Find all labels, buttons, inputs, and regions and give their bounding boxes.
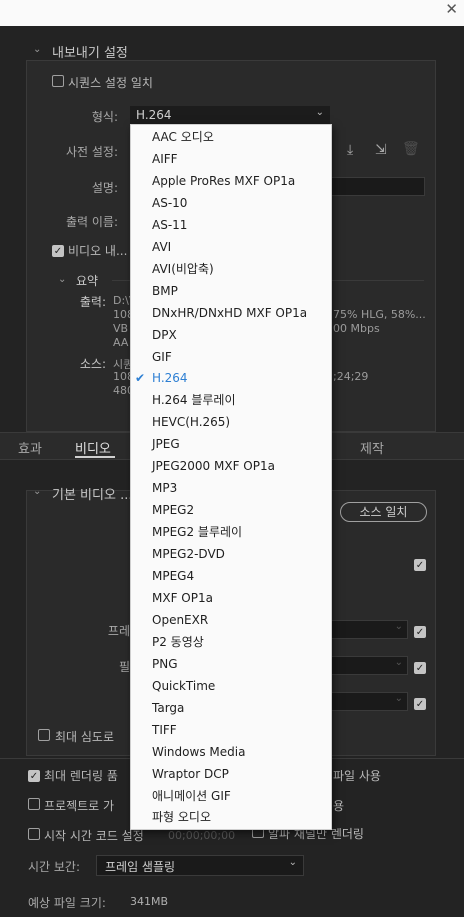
field-label: 필 [118,660,130,674]
video-setting-checkbox[interactable] [414,557,426,571]
match-sequence-checkbox[interactable] [52,75,64,90]
basic-video-chevron-icon[interactable]: ⌄ [33,486,41,497]
format-option[interactable]: BMP [131,280,331,302]
format-option[interactable]: H.264 ✔ [131,367,331,389]
comment-field[interactable] [330,177,425,196]
format-option[interactable]: Windows Media [131,741,331,763]
summary-output-line: VB [113,322,129,335]
format-option[interactable]: AIFF [131,148,331,170]
collapse-chevron-icon[interactable]: ⌄ [33,44,41,55]
active-tab-indicator [75,456,115,458]
format-option[interactable]: 애니메이션 GIF [131,785,331,807]
format-option[interactable]: DPX [131,324,331,346]
summary-output-line: 75% HLG, 58%... [333,308,426,321]
format-option[interactable]: OpenEXR [131,609,331,631]
format-option[interactable]: 파형 오디오 [131,806,331,828]
format-option[interactable]: JPEG2000 MXF OP1a [131,455,331,477]
format-option[interactable]: MPEG2 블루레이 [131,521,331,543]
tab-publish[interactable]: 제작 [360,438,384,457]
summary-output-line: AA [113,336,129,349]
max-render-label: 최대 렌더링 품 [44,769,118,783]
format-label: 형식: [91,110,118,124]
format-option[interactable]: MPEG4 [131,565,331,587]
window-titlebar [0,0,464,26]
format-option[interactable]: AAC 오디오 [131,126,331,148]
chevron-down-icon: ⌄ [288,857,297,868]
use-previews-label: 파일 사용 [333,769,381,783]
import-project-checkbox[interactable] [28,798,40,813]
preset-label: 사전 설정: [65,145,118,159]
summary-chevron-icon[interactable]: ⌄ [58,274,66,285]
format-option[interactable]: MXF OP1a [131,587,331,609]
output-name-label: 출력 이름: [65,215,118,229]
format-option[interactable]: P2 동영상 [131,631,331,653]
format-option[interactable]: AVI(비압축) [131,258,331,280]
format-option[interactable]: AVI [131,236,331,258]
tab-video[interactable]: 비디오 [75,438,111,457]
export-settings-title: 내보내기 설정 [52,46,128,61]
summary-source-label: 소스: [79,357,106,371]
format-option[interactable]: GIF [131,346,331,368]
match-sequence-label: 시퀀스 설정 일치 [68,76,153,90]
summary-output-label: 출력: [79,295,106,309]
format-option[interactable]: AS-10 [131,192,331,214]
est-size-label: 예상 파일 크기: [28,896,106,910]
close-icon[interactable]: ✕ [445,2,458,17]
max-depth-checkbox[interactable] [38,729,50,744]
summary-title: 요약 [76,274,99,288]
tab-effects[interactable]: 효과 [18,438,42,457]
frame-rate-checkbox[interactable] [414,624,426,638]
delete-preset-icon[interactable]: 🗑 [402,141,420,157]
time-interp-value: 프레임 샘플링 [105,860,176,874]
frame-label: 프레 [107,624,130,638]
format-option[interactable]: DNxHR/DNxHD MXF OP1a [131,302,331,324]
start-timecode-label: 시작 시간 코드 설정 [44,829,144,843]
format-option[interactable]: MPEG2 [131,499,331,521]
format-dropdown-menu: AAC 오디오 AIFF Apple ProRes MXF OP1a AS-10 AS-… [130,124,332,830]
format-option[interactable]: MPEG2-DVD [131,543,331,565]
format-option[interactable]: PNG [131,653,331,675]
start-timecode-checkbox[interactable] [28,828,40,843]
start-timecode-value[interactable]: 00;00;00;00 [168,829,235,842]
format-select-value: H.264 [136,108,172,122]
est-size-value: 341MB [130,895,169,908]
field-order-checkbox[interactable] [414,660,426,674]
checkmark-icon: ✔ [135,371,146,386]
field-order-select[interactable]: ⌄ [330,656,408,675]
format-option[interactable]: HEVC(H.265) [131,411,331,433]
format-select[interactable]: H.264 ⌄ [130,106,330,126]
export-video-checkbox[interactable] [52,243,64,257]
aspect-checkbox[interactable] [414,696,426,710]
summary-source-line: ;24;29 [333,370,369,383]
import-project-label: 프로젝트로 가 [44,799,115,813]
time-interp-label: 시간 보간: [28,860,81,874]
format-option[interactable]: JPEG [131,433,331,455]
save-preset-icon[interactable]: ⤓ [347,142,353,158]
max-depth-label: 최대 심도로 [55,730,115,744]
format-option[interactable]: MP3 [131,477,331,499]
format-option[interactable]: H.264 블루레이 [131,389,331,411]
summary-output-line: 00 Mbps [333,322,380,335]
format-option[interactable]: Apple ProRes MXF OP1a [131,170,331,192]
format-option[interactable]: QuickTime [131,675,331,697]
aspect-select[interactable]: ⌄ [330,692,408,711]
time-interp-select[interactable]: 프레임 샘플링 ⌄ [96,855,304,876]
format-option[interactable]: Targa [131,697,331,719]
import-project-suffix: 용 [333,799,345,813]
match-source-button[interactable]: 소스 일치 [340,502,427,522]
basic-video-title: 기본 비디오 ... [52,488,133,503]
comment-label: 설명: [91,181,118,195]
export-video-label: 비디오 내... [68,244,128,258]
chevron-down-icon: ⌄ [315,107,324,118]
max-render-checkbox[interactable] [28,768,40,782]
import-preset-icon[interactable]: ⇲ [375,142,387,158]
format-option[interactable]: Wraptor DCP [131,763,331,785]
format-option[interactable]: TIFF [131,719,331,741]
format-option[interactable]: AS-11 [131,214,331,236]
frame-rate-select[interactable]: ⌄ [330,620,408,639]
